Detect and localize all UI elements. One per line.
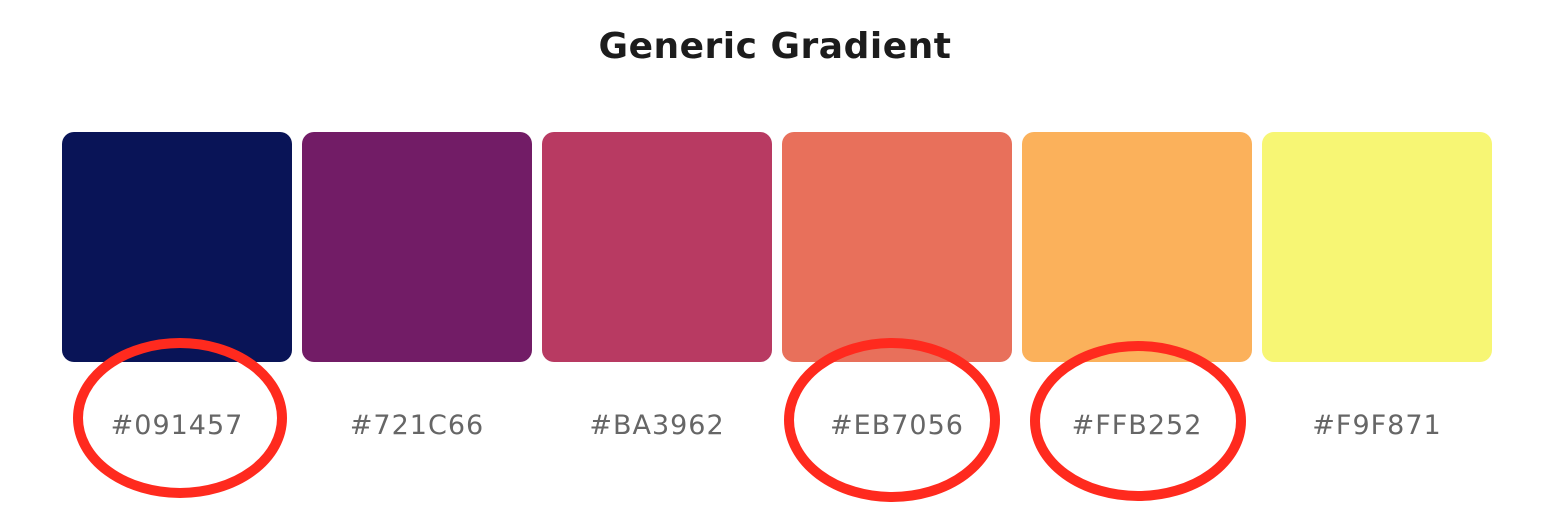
hex-code-3[interactable]: #BA3962 (542, 410, 772, 441)
color-swatch-2[interactable] (302, 132, 532, 362)
hex-code-1[interactable]: #091457 (62, 410, 292, 441)
color-swatch-6[interactable] (1262, 132, 1492, 362)
color-swatch-5[interactable] (1022, 132, 1252, 362)
color-swatch-3[interactable] (542, 132, 772, 362)
hex-code-5[interactable]: #FFB252 (1022, 410, 1252, 441)
color-swatch-4[interactable] (782, 132, 1012, 362)
hex-code-6[interactable]: #F9F871 (1262, 410, 1492, 441)
hex-code-4[interactable]: #EB7056 (782, 410, 1012, 441)
palette-title: Generic Gradient (598, 26, 952, 67)
color-swatch-1[interactable] (62, 132, 292, 362)
hex-code-2[interactable]: #721C66 (302, 410, 532, 441)
